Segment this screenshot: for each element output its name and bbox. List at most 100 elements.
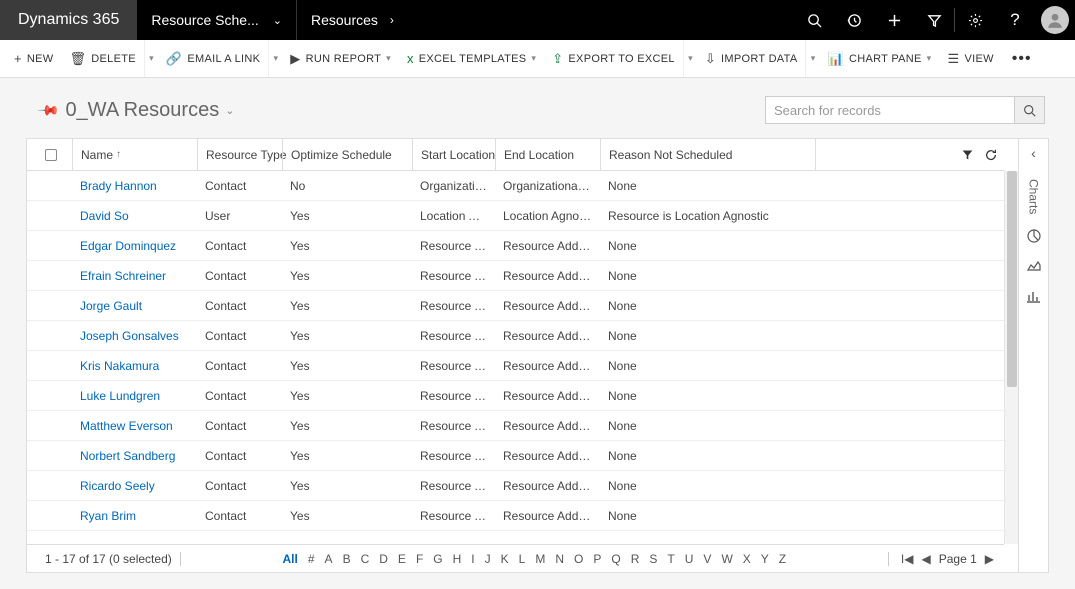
search-icon[interactable] (794, 0, 834, 40)
row-type: Contact (197, 269, 282, 283)
row-name-link[interactable]: Brady Hannon (72, 179, 197, 193)
settings-icon[interactable] (955, 0, 995, 40)
alpha-filter-letter[interactable]: F (416, 552, 423, 566)
nav-subarea-dropdown[interactable]: Resources › (297, 0, 408, 40)
chart-bar-icon[interactable] (1026, 288, 1042, 304)
row-name-link[interactable]: Joseph Gonsalves (72, 329, 197, 343)
table-row[interactable]: Brady HannonContactNoOrganization...Orga… (27, 171, 1004, 201)
row-name-link[interactable]: Edgar Dominquez (72, 239, 197, 253)
cmd-overflow[interactable]: ••• (1002, 51, 1042, 67)
cmd-email[interactable]: 🔗Email a Link (158, 40, 268, 77)
alpha-filter-letter[interactable]: R (631, 552, 640, 566)
alpha-filter-letter[interactable]: W (721, 552, 732, 566)
refresh-icon[interactable] (984, 148, 998, 162)
alpha-filter-letter[interactable]: Y (761, 552, 769, 566)
alpha-filter-letter[interactable]: N (555, 552, 564, 566)
cmd-run-report[interactable]: ▶Run Report▾ (282, 40, 399, 77)
cmd-excel-templates[interactable]: xExcel Templates▾ (399, 40, 544, 77)
row-name-link[interactable]: Luke Lundgren (72, 389, 197, 403)
col-start[interactable]: Start Location (412, 139, 495, 170)
chevron-down-icon: ⌄ (273, 14, 282, 27)
alpha-filter-letter[interactable]: M (535, 552, 545, 566)
recent-icon[interactable] (834, 0, 874, 40)
cmd-email-split[interactable]: ▾ (268, 40, 282, 77)
alpha-filter-all[interactable]: All (283, 552, 298, 566)
table-row[interactable]: Norbert SandbergContactYesResource Add..… (27, 441, 1004, 471)
table-row[interactable]: David SoUserYesLocation Agn...Location A… (27, 201, 1004, 231)
row-name-link[interactable]: Efrain Schreiner (72, 269, 197, 283)
row-name-link[interactable]: Ryan Brim (72, 509, 197, 523)
table-row[interactable]: Efrain SchreinerContactYesResource Add..… (27, 261, 1004, 291)
help-icon[interactable]: ? (995, 0, 1035, 40)
scrollbar-thumb[interactable] (1007, 171, 1017, 387)
view-selector[interactable]: 📌 0_WA Resources ⌄ (40, 99, 234, 122)
col-name[interactable]: Name↑ (72, 139, 197, 170)
col-end[interactable]: End Location (495, 139, 600, 170)
row-name-link[interactable]: Jorge Gault (72, 299, 197, 313)
nav-area-dropdown[interactable]: Resource Sche... ⌄ (137, 0, 297, 40)
row-name-link[interactable]: Ricardo Seely (72, 479, 197, 493)
alpha-filter-letter[interactable]: E (398, 552, 406, 566)
row-name-link[interactable]: Matthew Everson (72, 419, 197, 433)
alpha-filter-letter[interactable]: J (485, 552, 491, 566)
add-icon[interactable] (874, 0, 914, 40)
row-end: Resource Address (495, 299, 600, 313)
row-name-link[interactable]: Kris Nakamura (72, 359, 197, 373)
pager-next[interactable]: ▶ (985, 552, 994, 566)
search-input[interactable] (765, 96, 1015, 124)
table-row[interactable]: Ryan BrimContactYesResource Add...Resour… (27, 501, 1004, 531)
pager-prev[interactable]: ◀ (921, 552, 930, 566)
alpha-filter-letter[interactable]: A (325, 552, 333, 566)
column-filter-icon[interactable] (961, 148, 974, 161)
pager-first[interactable]: I◀ (901, 552, 914, 566)
alpha-filter-letter[interactable]: B (343, 552, 351, 566)
cmd-import-split[interactable]: ▾ (805, 40, 819, 77)
cmd-export-excel[interactable]: ⇪Export to Excel (544, 40, 683, 77)
alpha-filter-letter[interactable]: V (703, 552, 711, 566)
alpha-filter-letter[interactable]: T (667, 552, 674, 566)
col-reason[interactable]: Reason Not Scheduled (600, 139, 815, 170)
cmd-chart-pane[interactable]: 📊Chart Pane▾ (819, 40, 939, 77)
alpha-filter-letter[interactable]: K (501, 552, 509, 566)
vertical-scrollbar[interactable] (1004, 171, 1018, 544)
table-row[interactable]: Ricardo SeelyContactYesResource Add...Re… (27, 471, 1004, 501)
col-optimize[interactable]: Optimize Schedule (282, 139, 412, 170)
filter-icon[interactable] (914, 0, 954, 40)
cmd-delete-split[interactable]: ▾ (144, 40, 158, 77)
alpha-filter-letter[interactable]: Q (611, 552, 620, 566)
alpha-filter-letter[interactable]: C (361, 552, 370, 566)
alpha-filter-letter[interactable]: S (649, 552, 657, 566)
alpha-filter-letter[interactable]: G (433, 552, 442, 566)
chart-pie-icon[interactable] (1026, 228, 1042, 244)
cmd-view[interactable]: ☰View (940, 40, 1002, 77)
table-row[interactable]: Matthew EversonContactYesResource Add...… (27, 411, 1004, 441)
alpha-filter-letter[interactable]: I (471, 552, 474, 566)
table-row[interactable]: Jorge GaultContactYesResource Add...Reso… (27, 291, 1004, 321)
alpha-filter-letter[interactable]: # (308, 552, 315, 566)
alpha-filter-letter[interactable]: U (685, 552, 694, 566)
alpha-filter-letter[interactable]: L (519, 552, 526, 566)
table-row[interactable]: Luke LundgrenContactYesResource Add...Re… (27, 381, 1004, 411)
col-type[interactable]: Resource Type (197, 139, 282, 170)
charts-expand-icon[interactable]: ‹ (1031, 145, 1036, 161)
user-avatar[interactable] (1035, 0, 1075, 40)
alpha-filter-letter[interactable]: O (574, 552, 583, 566)
alpha-filter-letter[interactable]: D (379, 552, 388, 566)
row-name-link[interactable]: David So (72, 209, 197, 223)
alpha-filter-letter[interactable]: P (593, 552, 601, 566)
table-row[interactable]: Edgar DominquezContactYesResource Add...… (27, 231, 1004, 261)
table-row[interactable]: Joseph GonsalvesContactYesResource Add..… (27, 321, 1004, 351)
cmd-export-split[interactable]: ▾ (683, 40, 697, 77)
cmd-new[interactable]: +New (6, 40, 61, 77)
row-name-link[interactable]: Norbert Sandberg (72, 449, 197, 463)
search-button[interactable] (1015, 96, 1045, 124)
alpha-filter-letter[interactable]: Z (779, 552, 786, 566)
alpha-filter-letter[interactable]: X (743, 552, 751, 566)
cmd-delete[interactable]: 🗑Delete (61, 40, 143, 77)
select-all-checkbox[interactable] (27, 139, 72, 170)
cmd-import[interactable]: ⇩Import Data (697, 40, 806, 77)
brand[interactable]: Dynamics 365 (0, 0, 137, 40)
alpha-filter-letter[interactable]: H (453, 552, 462, 566)
chart-area-icon[interactable] (1026, 258, 1042, 274)
table-row[interactable]: Kris NakamuraContactYesResource Add...Re… (27, 351, 1004, 381)
